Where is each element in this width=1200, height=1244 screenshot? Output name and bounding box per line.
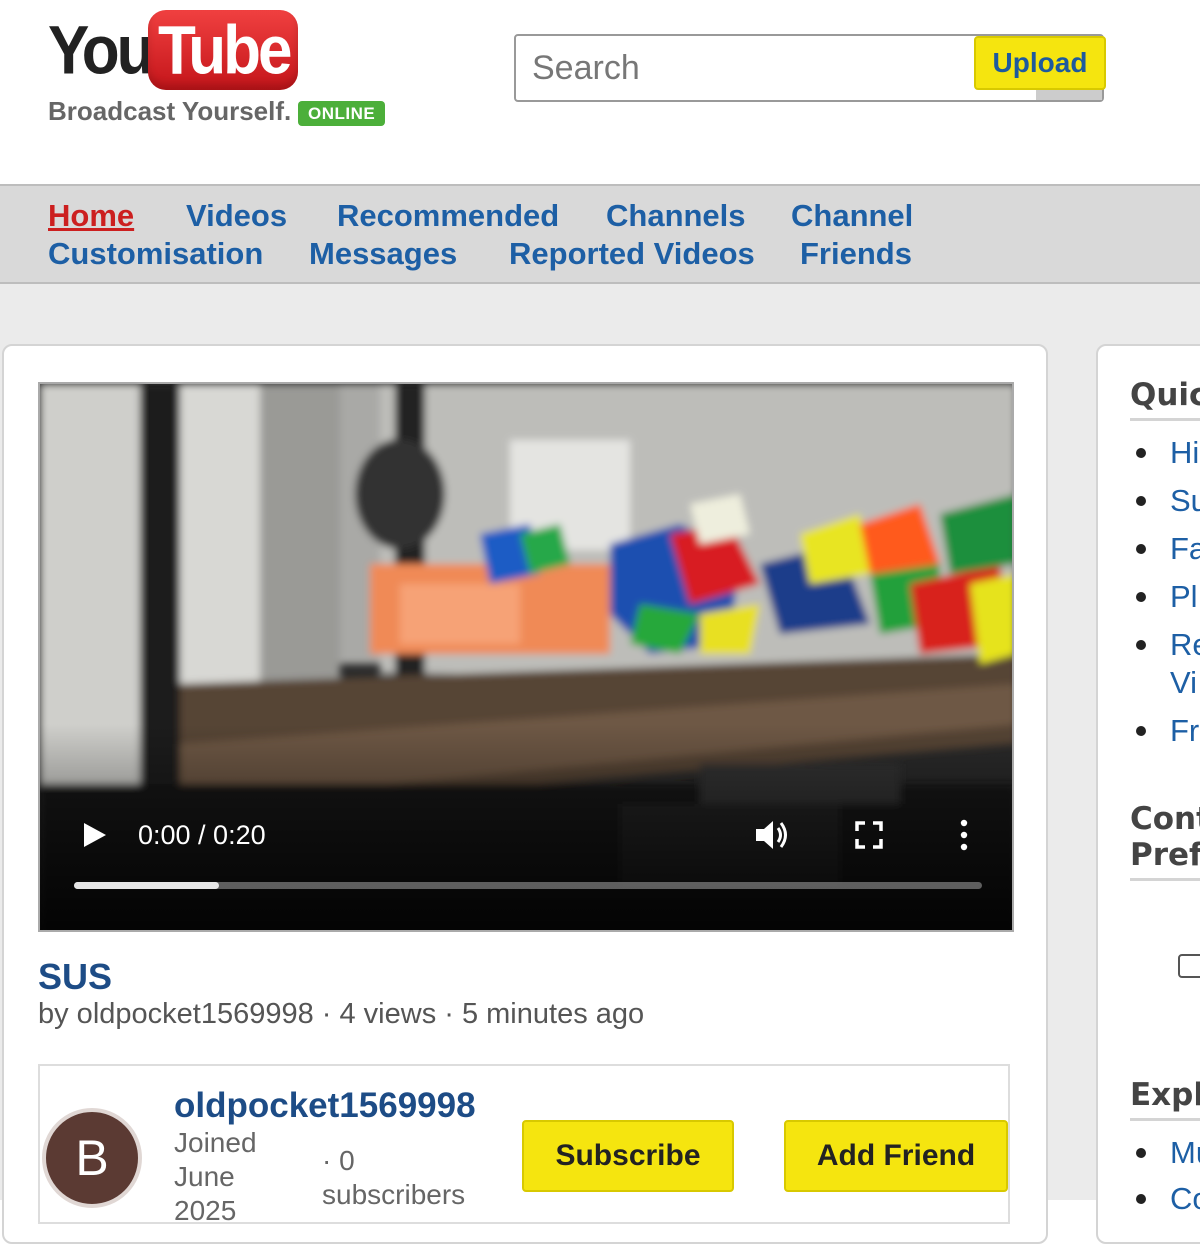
time-display: 0:00 / 0:20 xyxy=(138,820,266,850)
nav-messages[interactable]: Messages xyxy=(309,236,457,272)
main-nav: Home Videos Recommended Channels Channel… xyxy=(0,184,1200,284)
logo-tube-box: Tube xyxy=(148,10,298,90)
header: You Tube Broadcast Yourself. ONLINE Uplo… xyxy=(0,0,1200,185)
fullscreen-icon[interactable] xyxy=(854,820,884,850)
sidebar-quick-link[interactable]: Hi xyxy=(1170,434,1199,472)
channel-name-link[interactable]: oldpocket1569998 xyxy=(174,1086,476,1126)
sidebar-quick-link[interactable]: Vi xyxy=(1170,664,1197,702)
nav-channels[interactable]: Channels xyxy=(606,198,746,234)
sidebar-divider xyxy=(1130,878,1200,881)
bullet-icon xyxy=(1136,1148,1146,1158)
add-friend-button[interactable]: Add Friend xyxy=(784,1120,1008,1192)
progress-bar[interactable] xyxy=(74,882,982,889)
nav-home[interactable]: Home xyxy=(48,198,134,234)
nav-channel[interactable]: Channel xyxy=(791,198,913,234)
youtube-logo[interactable]: You Tube xyxy=(46,8,306,96)
play-icon[interactable] xyxy=(80,820,110,850)
subscriber-count: · 0 subscribers xyxy=(322,1145,466,1210)
logo-tube-text: Tube xyxy=(158,13,292,90)
nav-reported-videos[interactable]: Reported Videos xyxy=(509,236,755,272)
sidebar-explore-heading: Expl xyxy=(1130,1077,1200,1113)
sidebar-explore-link[interactable]: Co xyxy=(1170,1180,1200,1218)
video-title: SUS xyxy=(38,956,113,997)
progress-fill xyxy=(74,882,220,889)
sidebar-quick-link[interactable]: Fr xyxy=(1170,712,1199,750)
bullet-icon xyxy=(1136,448,1146,458)
nav-friends[interactable]: Friends xyxy=(800,236,912,272)
tagline: Broadcast Yourself. xyxy=(48,96,292,126)
bullet-icon xyxy=(1136,592,1146,602)
online-badge: ONLINE xyxy=(298,101,386,126)
sidebar-divider xyxy=(1130,418,1200,421)
sidebar-divider xyxy=(1130,1118,1200,1121)
sidebar-quick-link[interactable]: Pl xyxy=(1170,578,1198,616)
video-meta: by oldpocket1569998 · 4 views · 5 minute… xyxy=(38,998,645,1030)
nav-customisation[interactable]: Customisation xyxy=(48,236,263,272)
sidebar-content-heading-2: Pref xyxy=(1130,837,1200,873)
search-input[interactable] xyxy=(516,36,972,100)
joined-date: Joined June 2025 xyxy=(174,1127,257,1226)
volume-icon[interactable] xyxy=(754,818,792,852)
sidebar-quick-link[interactable]: Re xyxy=(1170,626,1200,664)
video-player[interactable]: 0:00 / 0:20 xyxy=(38,382,1014,932)
bullet-icon xyxy=(1136,496,1146,506)
logo-you-text: You xyxy=(48,13,154,90)
sidebar-quick-link[interactable]: Su xyxy=(1170,482,1200,520)
bullet-icon xyxy=(1136,1194,1146,1204)
sidebar-explore-link[interactable]: Mu xyxy=(1170,1134,1200,1172)
upload-button[interactable]: Upload xyxy=(974,36,1106,90)
more-options-icon[interactable] xyxy=(952,818,976,852)
bullet-icon xyxy=(1136,640,1146,650)
content-preference-checkbox[interactable] xyxy=(1178,954,1200,978)
sidebar-quick-link[interactable]: Fa xyxy=(1170,530,1200,568)
sidebar-content-heading: Cont xyxy=(1130,801,1200,837)
sidebar-quick-heading: Quic xyxy=(1130,377,1200,413)
bullet-icon xyxy=(1136,544,1146,554)
subscribe-button[interactable]: Subscribe xyxy=(522,1120,734,1192)
bullet-icon xyxy=(1136,726,1146,736)
avatar[interactable]: B xyxy=(42,1108,142,1208)
nav-videos[interactable]: Videos xyxy=(186,198,287,234)
nav-recommended[interactable]: Recommended xyxy=(337,198,559,234)
